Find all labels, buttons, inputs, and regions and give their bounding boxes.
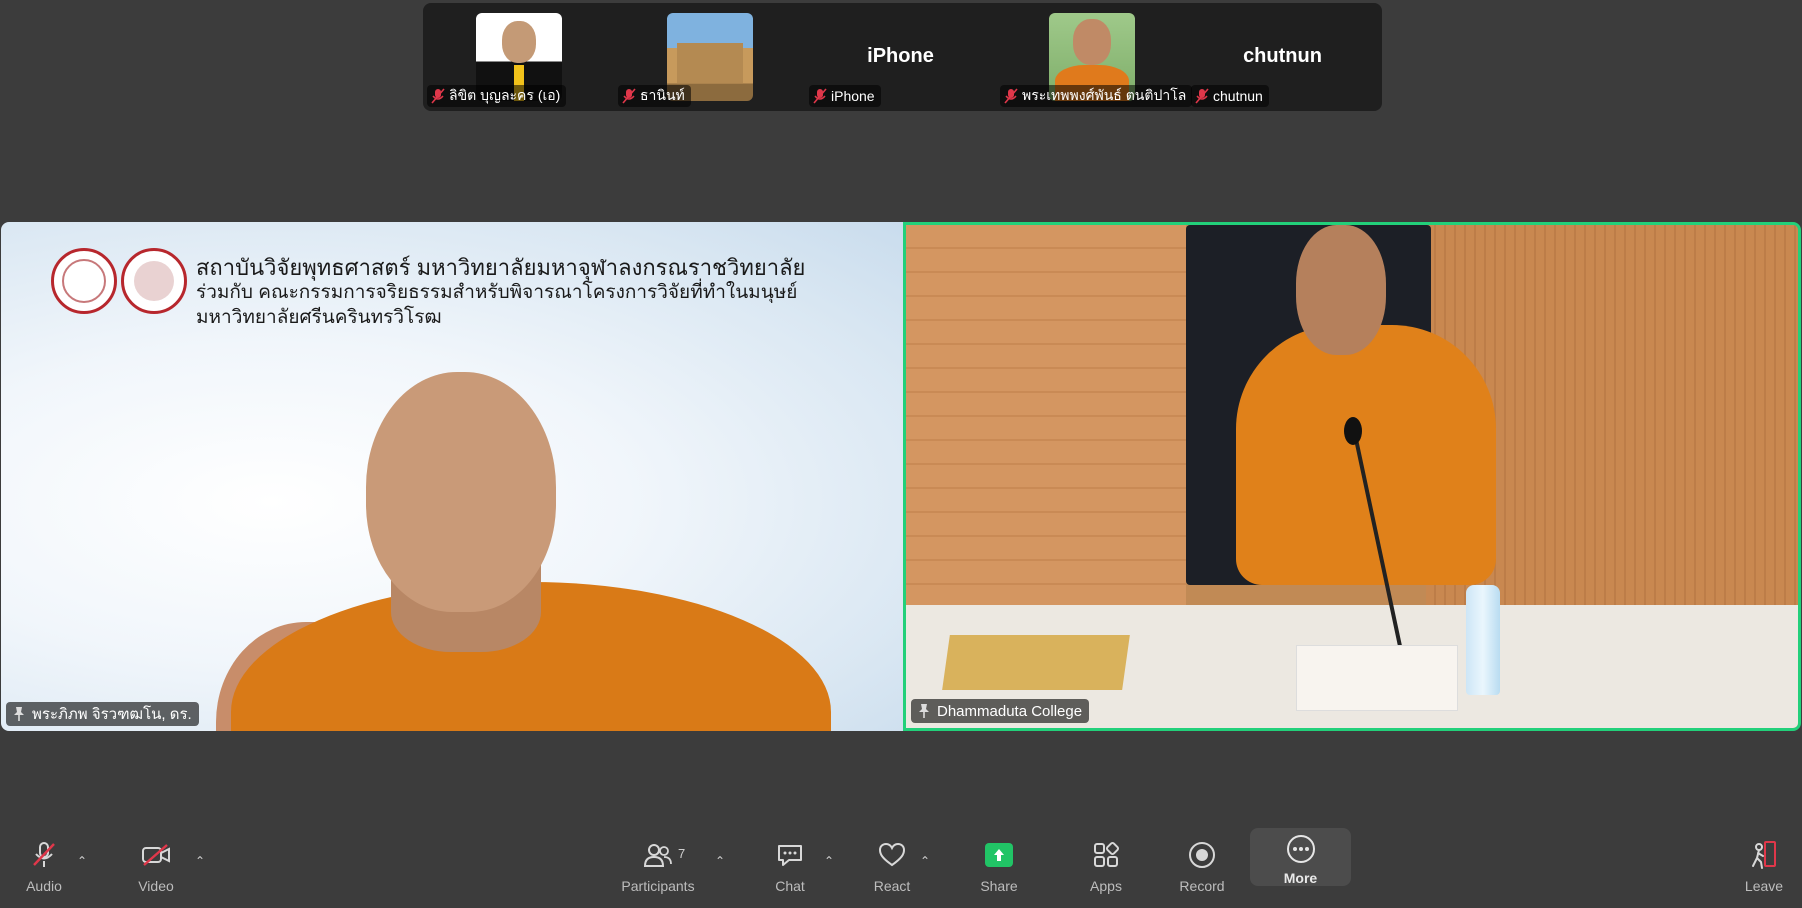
audio-button[interactable]: Audio: [18, 822, 70, 908]
participant-tile[interactable]: ลิขิต บุญละคร (เอ): [423, 3, 614, 111]
apps-button[interactable]: Apps: [1082, 822, 1130, 908]
mic-muted-icon: [813, 88, 827, 104]
video-person: [1236, 325, 1496, 585]
video-label: Video: [138, 878, 174, 894]
participant-name: พระเทพพงศ์พันธ์ ตนติปาโล: [1022, 87, 1187, 103]
chat-label: Chat: [775, 878, 805, 894]
heart-icon: [877, 840, 907, 870]
video-name-tag: Dhammaduta College: [911, 699, 1090, 723]
participants-count: 7: [678, 846, 686, 861]
leave-button[interactable]: Leave: [1740, 822, 1788, 908]
participants-icon: [643, 840, 673, 870]
share-button[interactable]: Share: [974, 822, 1024, 908]
audio-label: Audio: [26, 878, 62, 894]
participant-tile[interactable]: ธานินท์: [614, 3, 805, 111]
video-person: [1296, 225, 1386, 355]
record-label: Record: [1179, 878, 1225, 894]
participant-tile[interactable]: พระเทพพงศ์พันธ์ ตนติปาโล: [996, 3, 1193, 111]
react-label: React: [873, 878, 911, 894]
more-button[interactable]: More: [1250, 828, 1351, 886]
participant-name: ลิขิต บุญละคร (เอ): [449, 87, 561, 103]
video-name-tag: พระภิภพ จิรวฑฒโน, ดร.: [6, 702, 199, 726]
video-object: [942, 635, 1130, 690]
mic-muted-icon: [29, 840, 59, 870]
participant-name-tag: iPhone: [809, 85, 881, 107]
mic-muted-icon: [431, 88, 445, 104]
university-logo: [121, 248, 187, 314]
participant-name: Dhammaduta College: [937, 702, 1083, 720]
video-background: [906, 225, 1186, 625]
pin-icon: [919, 704, 929, 718]
video-object: [1296, 645, 1458, 711]
pin-icon: [14, 707, 24, 721]
participant-name-tag: ธานินท์: [618, 85, 691, 107]
university-logo: [51, 248, 117, 314]
participant-name: พระภิภพ จิรวฑฒโน, ดร.: [32, 706, 192, 723]
participant-tile[interactable]: iPhone iPhone: [805, 3, 996, 111]
camera-off-icon: [141, 840, 171, 870]
participant-display-name: iPhone: [867, 45, 934, 67]
video-tile-right-active-speaker[interactable]: Dhammaduta College: [903, 222, 1801, 731]
share-screen-icon: [984, 840, 1014, 870]
mic-muted-icon: [1004, 88, 1018, 104]
participant-tile[interactable]: chutnun chutnun: [1187, 3, 1378, 111]
audio-options-chevron-icon[interactable]: ⌃: [75, 854, 89, 868]
apps-icon: [1091, 840, 1121, 870]
mic-muted-icon: [622, 88, 636, 104]
react-button[interactable]: React: [868, 822, 916, 908]
leave-icon: [1749, 840, 1779, 870]
video-tile-left[interactable]: สถาบันวิจัยพุทธศาสตร์ มหาวิทยาลัยมหาจุฬา…: [1, 222, 903, 731]
participants-button[interactable]: Participants: [616, 822, 700, 908]
video-object: [1344, 417, 1362, 445]
participant-name: chutnun: [1213, 88, 1263, 104]
video-object: [1466, 585, 1500, 695]
video-button[interactable]: Video: [130, 822, 182, 908]
participant-name: ธานินท์: [640, 87, 685, 103]
mic-muted-icon: [1195, 88, 1209, 104]
meeting-toolbar: Audio ⌃ Video ⌃ Participants 7 ⌃ Chat ⌃ …: [0, 822, 1802, 908]
leave-label: Leave: [1744, 878, 1784, 894]
participant-display-name: chutnun: [1243, 45, 1322, 67]
chat-button[interactable]: Chat: [766, 822, 814, 908]
record-icon: [1187, 840, 1217, 870]
participant-strip: ลิขิต บุญละคร (เอ) ธานินท์ iPhone iPhone…: [423, 3, 1382, 111]
participant-name: iPhone: [831, 88, 875, 104]
apps-label: Apps: [1090, 878, 1122, 894]
chat-icon: [775, 840, 805, 870]
participant-name-tag: chutnun: [1191, 85, 1269, 107]
participants-options-chevron-icon[interactable]: ⌃: [713, 854, 727, 868]
chat-options-chevron-icon[interactable]: ⌃: [822, 854, 836, 868]
more-options-icon: [1286, 834, 1316, 864]
react-options-chevron-icon[interactable]: ⌃: [918, 854, 932, 868]
participant-name-tag: ลิขิต บุญละคร (เอ): [427, 85, 567, 107]
participants-label: Participants: [621, 878, 695, 894]
slide-title-line: มหาวิทยาลัยศรีนครินทรวิโรฒ: [196, 307, 442, 328]
participant-name-tag: พระเทพพงศ์พันธ์ ตนติปาโล: [1000, 85, 1193, 107]
video-person: [366, 372, 556, 612]
share-label: Share: [980, 878, 1018, 894]
video-options-chevron-icon[interactable]: ⌃: [193, 854, 207, 868]
more-label: More: [1283, 870, 1318, 886]
record-button[interactable]: Record: [1175, 822, 1229, 908]
